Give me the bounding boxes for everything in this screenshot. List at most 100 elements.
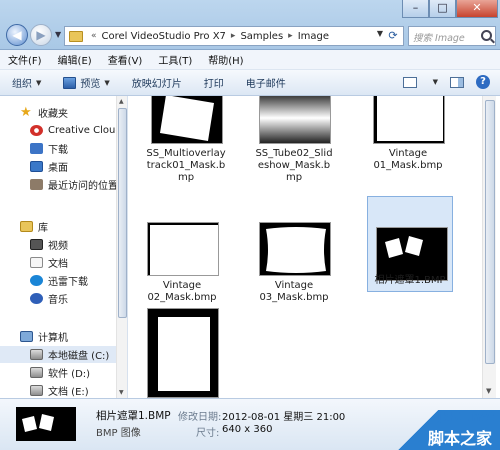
star-icon: ★	[20, 105, 32, 120]
search-icon[interactable]	[481, 30, 492, 41]
file-name-line1: SS_Multioverlay	[146, 148, 226, 159]
menu-help[interactable]: 帮助(H)	[208, 52, 243, 67]
nav-creative-cloud[interactable]: Creative Cloud	[0, 122, 122, 139]
file-name-line1: 相片遮罩1.BMP	[374, 275, 446, 286]
content-scrollbar[interactable]: ▼	[482, 96, 496, 398]
disk-e-icon	[30, 385, 43, 396]
file-thumbnail	[259, 96, 331, 144]
menu-bar: 文件(F) 编辑(E) 查看(V) 工具(T) 帮助(H)	[0, 50, 500, 70]
search-input[interactable]: 搜索 Image	[408, 26, 496, 46]
file-name-line2: 03_Mask.bmp	[259, 292, 329, 303]
scroll-up-icon[interactable]: ▲	[119, 98, 124, 105]
nav-label: 迅雷下载	[48, 277, 88, 288]
change-view-icon[interactable]	[402, 76, 417, 88]
refresh-icon[interactable]: ⟳	[385, 28, 401, 44]
breadcrumb-corel[interactable]: Corel VideoStudio Pro X7	[101, 31, 227, 42]
nav-music[interactable]: 音乐	[0, 290, 118, 307]
file-item[interactable]: Vintage 01_Mask.bmp	[365, 96, 451, 186]
nav-scrollbar[interactable]: ▲ ▼	[116, 96, 127, 398]
help-icon[interactable]: ?	[476, 75, 490, 89]
nav-local-disk-c[interactable]: 本地磁盘 (C:)	[0, 346, 118, 363]
desktop-icon	[30, 161, 43, 172]
chevron-down-icon[interactable]: ▼	[433, 78, 438, 86]
file-name-line2: eshow_Mask.b	[257, 160, 331, 171]
back-button[interactable]: ◀	[6, 24, 28, 46]
file-item[interactable]: Vintage 02_Mask.bmp	[139, 214, 225, 310]
nav-computer[interactable]: 计算机	[0, 328, 118, 345]
nav-label: 本地磁盘 (C:)	[48, 351, 110, 362]
nav-recent-places[interactable]: 最近访问的位置	[0, 176, 118, 193]
selected-file-name: 相片遮罩1.BMP	[96, 410, 171, 422]
menu-view[interactable]: 查看(V)	[108, 52, 143, 67]
nav-disk-d[interactable]: 软件 (D:)	[0, 364, 118, 381]
nav-label: 下载	[48, 145, 68, 156]
selected-file-type: BMP 图像	[96, 428, 141, 439]
file-item[interactable]: SS_Tube02_Slid eshow_Mask.b mp	[251, 96, 337, 186]
menu-file[interactable]: 文件(F)	[8, 52, 42, 67]
file-thumbnail	[151, 96, 223, 144]
maximize-button[interactable]: □	[429, 0, 456, 18]
downloads-folder-icon	[30, 143, 43, 154]
folder-icon	[69, 30, 83, 42]
address-dropdown-icon[interactable]: ▼	[377, 29, 383, 38]
nav-label: Creative Cloud	[48, 125, 122, 136]
file-item[interactable]: Vintage 03_Mask.bmp	[251, 214, 337, 310]
menu-tools[interactable]: 工具(T)	[158, 52, 192, 67]
address-chevrons[interactable]: «	[91, 31, 97, 41]
address-bar[interactable]: « Corel VideoStudio Pro X7 ▸ Samples ▸ I…	[64, 26, 404, 46]
minimize-button[interactable]: –	[402, 0, 429, 18]
file-item-selected[interactable]: 相片遮罩1.BMP	[367, 196, 453, 292]
email-label: 电子邮件	[245, 79, 286, 90]
menu-edit[interactable]: 编辑(E)	[58, 52, 92, 67]
print-button[interactable]: 打印	[204, 75, 224, 90]
file-name-line1: SS_Tube02_Slid	[255, 148, 333, 159]
nav-label: 音乐	[48, 295, 68, 306]
slideshow-button[interactable]: 放映幻灯片	[132, 75, 182, 90]
content-scroll-thumb[interactable]	[485, 100, 495, 364]
nav-libraries[interactable]: 库	[0, 218, 118, 235]
preview-button[interactable]: 预览 ▼	[63, 75, 110, 90]
file-thumbnail	[147, 308, 219, 398]
breadcrumb-samples[interactable]: Samples	[239, 31, 284, 42]
preview-icon	[63, 76, 77, 89]
modified-label: 修改日期:	[178, 412, 222, 423]
nav-scroll-thumb[interactable]	[118, 108, 127, 318]
file-item[interactable]: SS_Multioverlay track01_Mask.b mp	[143, 96, 229, 186]
nav-disk-e[interactable]: 文档 (E:)	[0, 382, 118, 398]
preview-pane-icon[interactable]	[450, 76, 464, 88]
local-disk-icon	[30, 349, 43, 360]
preview-label: 预览	[80, 79, 101, 90]
file-thumbnail	[373, 96, 445, 144]
nav-label: 视频	[48, 241, 68, 252]
scroll-down-icon[interactable]: ▼	[486, 387, 491, 395]
slideshow-label: 放映幻灯片	[131, 79, 182, 90]
email-button[interactable]: 电子邮件	[246, 75, 286, 90]
nav-label: 软件 (D:)	[48, 369, 91, 380]
title-bar: – □ ✕ ◀ ▶ ▼ « Corel VideoStudio Pro X7 ▸…	[0, 0, 500, 50]
chevron-down-icon: ▼	[36, 78, 42, 87]
breadcrumb-separator[interactable]: ▸	[231, 31, 236, 41]
nav-desktop[interactable]: 桌面	[0, 158, 118, 175]
nav-downloads[interactable]: 下载	[0, 140, 118, 157]
breadcrumb-separator[interactable]: ▸	[288, 31, 293, 41]
file-item[interactable]	[139, 308, 225, 398]
nav-documents[interactable]: 文档	[0, 254, 118, 271]
file-list: SS_Multioverlay track01_Mask.b mp SS_Tub…	[129, 96, 482, 398]
nav-label: 最近访问的位置	[48, 181, 118, 192]
close-button[interactable]: ✕	[456, 0, 498, 18]
scroll-down-icon[interactable]: ▼	[119, 389, 124, 396]
recent-pages-dropdown[interactable]: ▼	[55, 24, 61, 46]
nav-favorites[interactable]: ★ 收藏夹	[0, 104, 118, 121]
organize-button[interactable]: 组织 ▼	[12, 75, 42, 91]
nav-videos[interactable]: 视频	[0, 236, 118, 253]
chevron-down-icon: ▼	[104, 78, 110, 87]
selected-file-thumbnail	[16, 407, 76, 441]
navigation-pane: ★ 收藏夹 Creative Cloud 下载 桌面 最近访问的位置 库 视频	[0, 96, 128, 398]
computer-icon	[20, 331, 33, 342]
nav-thunder-downloads[interactable]: 迅雷下载	[0, 272, 118, 289]
forward-button[interactable]: ▶	[30, 24, 52, 46]
breadcrumb-image[interactable]: Image	[297, 31, 330, 42]
watermark-brand: 脚本之家	[427, 429, 492, 448]
nav-label: 计算机	[38, 333, 68, 344]
nav-buttons: ◀ ▶ ▼	[6, 24, 61, 46]
